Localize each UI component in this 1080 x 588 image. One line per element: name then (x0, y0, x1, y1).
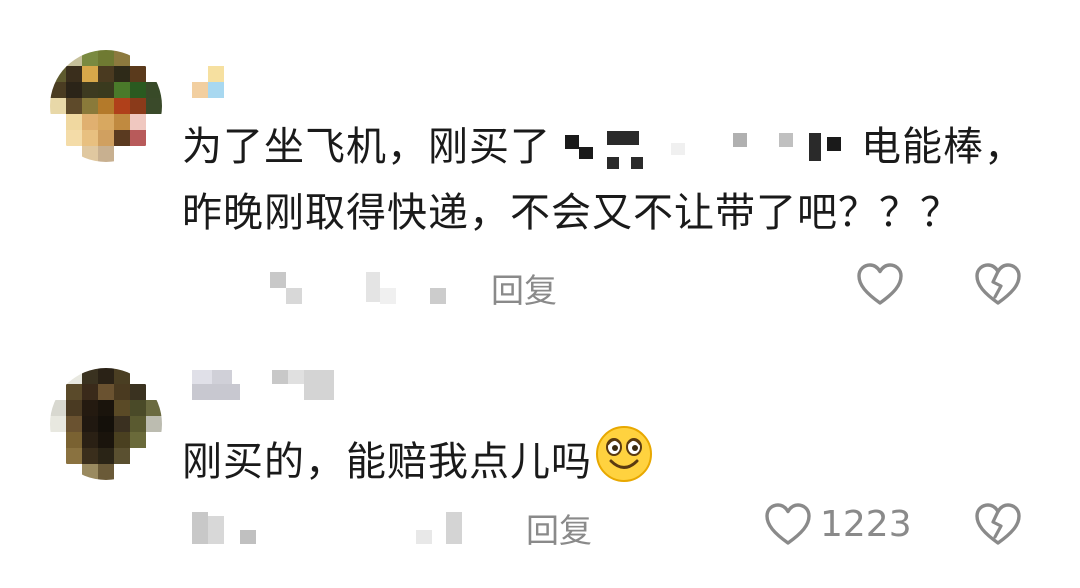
broken-heart-icon (974, 502, 1022, 546)
heart-outline-icon (764, 502, 812, 546)
commenter-avatar[interactable] (50, 50, 162, 162)
username-masked[interactable] (192, 370, 342, 404)
username-masked[interactable] (192, 66, 224, 98)
comment-text: 为了坐飞机，刚买了 电能棒， 昨晚刚取得快递，不会又不让带了吧？？？ (182, 114, 1025, 246)
dislike-button[interactable] (974, 502, 1022, 546)
like-count: 1223 (820, 504, 912, 545)
like-button[interactable] (764, 502, 812, 546)
redacted-block (551, 129, 861, 169)
comment-text-body: 刚买的，能赔我点儿吗 (182, 439, 592, 485)
comment-text-line1-start: 为了坐飞机，刚买了 (182, 124, 551, 170)
commenter-avatar[interactable] (50, 368, 162, 480)
comment-text-line2: 昨晚刚取得快递，不会又不让带了吧？？？ (182, 190, 961, 236)
dislike-button[interactable] (974, 262, 1022, 306)
timestamp-location-masked (192, 512, 472, 546)
like-button[interactable] (856, 262, 904, 306)
comment-text-line1-end: 电能棒， (861, 124, 1025, 170)
reply-button[interactable]: 回复 (491, 264, 557, 312)
timestamp-location-masked (270, 272, 460, 306)
comment-text: 刚买的，能赔我点儿吗 (182, 424, 654, 504)
broken-heart-icon (974, 262, 1022, 306)
reply-button[interactable]: 回复 (526, 504, 592, 552)
smiling-face-emoji (594, 424, 654, 504)
heart-outline-icon (856, 262, 904, 306)
